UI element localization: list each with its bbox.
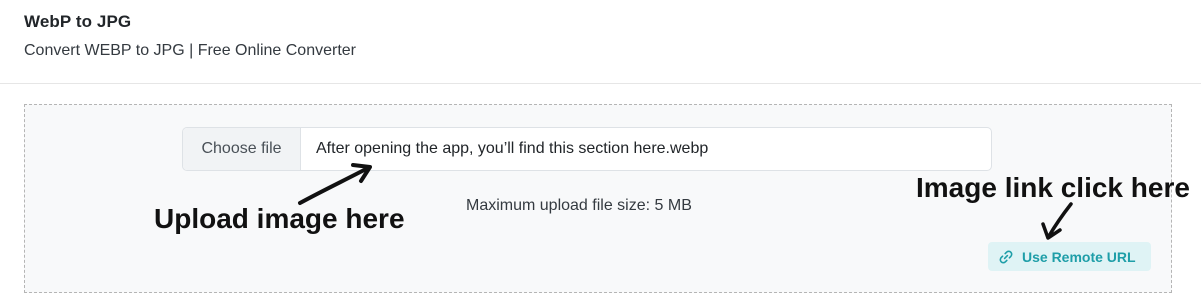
page-title: WebP to JPG [24,12,132,31]
link-icon [998,249,1014,265]
page-subtitle: Convert WEBP to JPG | Free Online Conver… [24,42,356,59]
file-input[interactable]: Choose file After opening the app, you’l… [182,127,992,171]
app-header: WebP to JPG Convert WEBP to JPG | Free O… [0,0,1201,84]
upload-hint-annotation: Upload image here [154,203,405,234]
link-hint-annotation: Image link click here [916,172,1190,203]
max-upload-size-text: Maximum upload file size: 5 MB [466,197,692,214]
choose-file-button[interactable]: Choose file [183,128,301,170]
selected-file-name: After opening the app, you’ll find this … [316,140,709,157]
use-remote-url-label: Use Remote URL [1022,248,1136,265]
use-remote-url-button[interactable]: Use Remote URL [988,242,1151,271]
